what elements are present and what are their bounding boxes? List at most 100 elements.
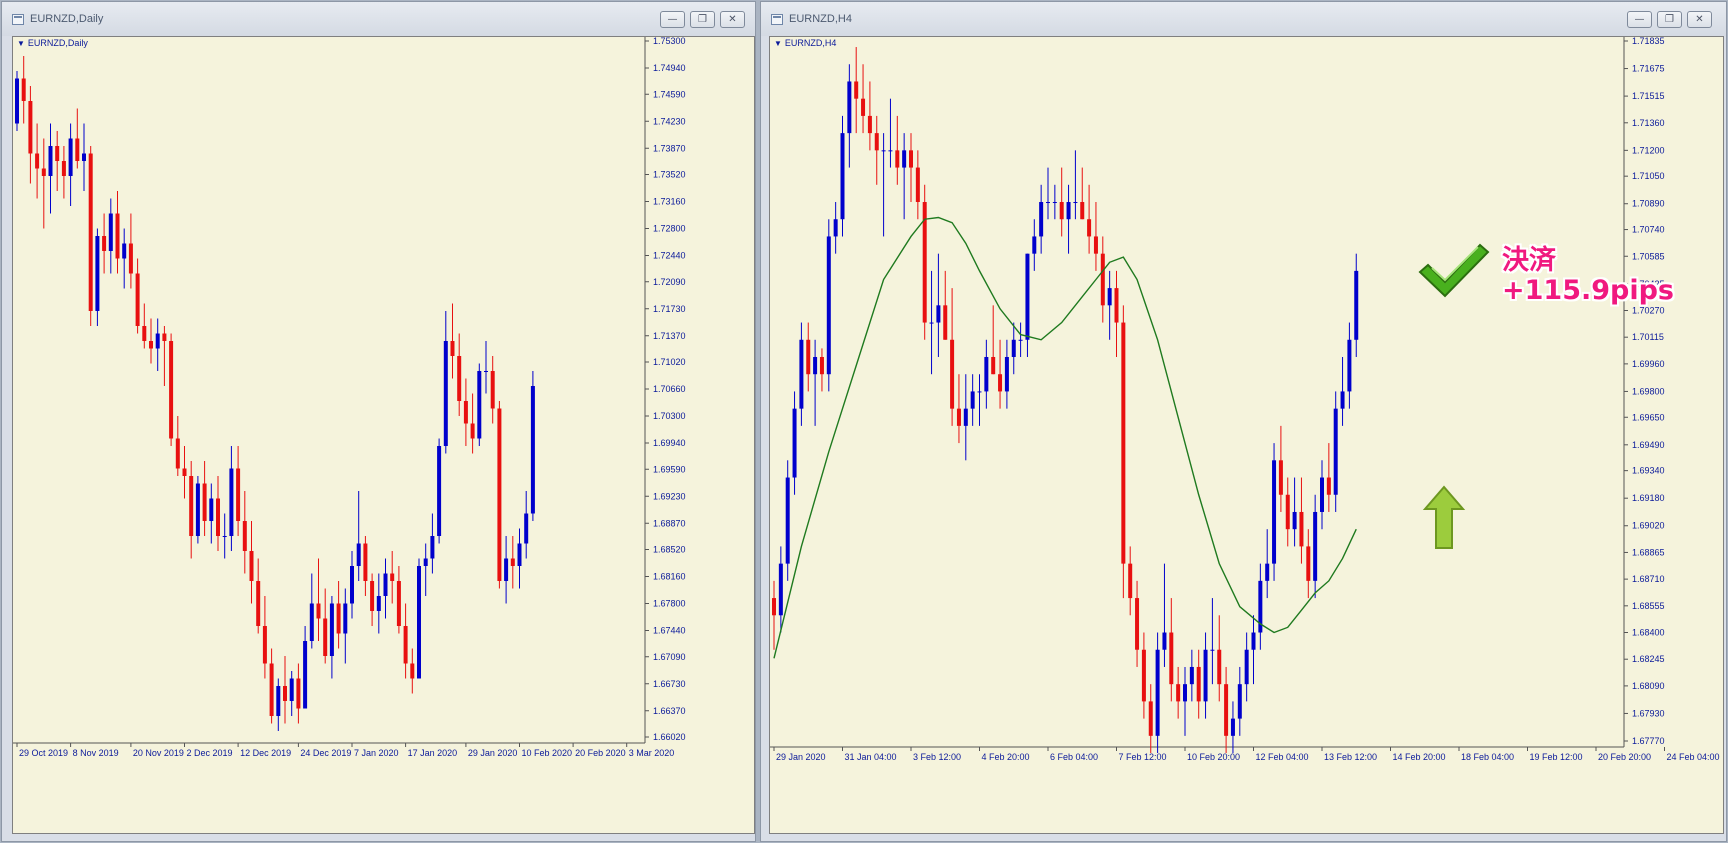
chart-window-h4[interactable]: EURNZD,H4 — ❐ ✕ ▼ EURNZD,H4 1.71835 1.7167… [760,1,1727,842]
moving-average-line [773,216,1357,659]
minimize-button[interactable]: — [660,11,685,28]
candle-body [182,468,187,476]
candle-body [1004,356,1009,392]
y-tick-label: 1.74230 [653,116,686,126]
chart-window-daily[interactable]: EURNZD,Daily — ❐ ✕ ▼ EURNZD,Daily 1.75300… [1,1,756,842]
candle-body [396,581,401,626]
y-tick-label: 1.71360 [1632,118,1665,128]
x-tick-label: 29 Jan 2020 [468,748,518,758]
candle-body [991,356,996,375]
y-tick-label: 1.69020 [1632,521,1665,531]
chart-plot-area[interactable]: ▼ EURNZD,Daily 1.75300 1.74940 1.74590 1.742… [12,36,755,834]
candle-body [477,371,482,439]
y-tick-label: 1.69340 [1632,466,1665,476]
minimize-button[interactable]: — [1627,11,1652,28]
candle-body [915,167,920,203]
x-tick-label: 20 Feb 2020 [575,748,626,758]
candle-body [410,663,415,679]
candle-body [1326,477,1331,495]
x-tick-label: 17 Jan 2020 [408,748,458,758]
window-titlebar[interactable]: EURNZD,H4 — ❐ ✕ [761,2,1726,36]
y-tick-label: 1.71370 [653,331,686,341]
candle-body [48,146,53,176]
y-tick-label: 1.74940 [653,63,686,73]
y-tick-label: 1.69180 [1632,493,1665,503]
candle-body [363,543,368,581]
y-tick-label: 1.71835 [1632,37,1665,46]
candle-body [510,558,515,566]
candle-body [21,78,26,101]
candle-body [162,333,167,341]
settlement-label: 決済 [1502,245,1556,276]
candle-body [1032,236,1037,254]
candle-body [970,391,975,409]
candle-body [309,603,314,641]
restore-button[interactable]: ❐ [690,11,715,28]
candle-body [82,153,86,161]
candle-body [792,408,797,478]
profit-pips-label: +115.9pips [1502,275,1675,306]
candle-body [209,498,214,521]
x-tick-label: 7 Jan 2020 [354,748,399,758]
restore-button[interactable]: ❐ [1657,11,1682,28]
candle-body [356,543,361,566]
candle-body [470,423,475,439]
window-titlebar[interactable]: EURNZD,Daily — ❐ ✕ [2,2,755,36]
y-tick-label: 1.67770 [1632,736,1665,746]
candle-body [249,551,254,581]
candle-body [423,558,428,566]
y-tick-label: 1.71515 [1632,91,1665,101]
candle-body [329,603,334,656]
candle-body [1354,270,1359,340]
candle-body [490,371,495,409]
chart-plot-area[interactable]: ▼ EURNZD,H4 1.71835 1.71675 1.71515 1.71360 1… [769,36,1724,834]
candle-body [1059,202,1064,220]
candle-body [61,161,66,176]
y-tick-label: 1.74590 [653,89,686,99]
y-tick-label: 1.68400 [1632,628,1665,638]
candle-body [524,513,529,544]
candle-body [956,408,961,426]
y-tick-label: 1.70890 [1632,199,1665,209]
candle-body [1196,666,1201,702]
y-tick-label: 1.69490 [1632,440,1665,450]
candle-body [283,686,287,701]
candle-body [450,341,455,356]
candle-body [242,521,247,551]
y-tick-label: 1.73520 [653,170,686,180]
candle-body [1114,288,1119,323]
candle-body [376,596,381,611]
candle-body [819,356,824,375]
candle-body [269,663,274,716]
candle-body [1128,563,1133,599]
candle-body [1285,494,1290,530]
x-tick-label: 12 Dec 2019 [240,748,291,758]
candle-body [484,371,488,372]
candle-body [1183,684,1187,702]
candle-body [1148,701,1153,736]
candle-body [963,408,968,426]
candle-body [68,138,73,176]
candle-body [75,138,80,161]
candle-body [1299,511,1304,547]
candle-body [943,305,948,340]
candle-body [222,536,227,537]
x-tick-label: 20 Feb 20:00 [1598,752,1651,762]
candle-body [15,78,19,124]
y-tick-label: 1.66020 [653,732,686,742]
candle-body [189,476,194,536]
candle-body [1039,202,1044,237]
y-tick-label: 1.69800 [1632,386,1665,396]
y-tick-label: 1.71050 [1632,171,1665,181]
y-tick-label: 1.72090 [653,277,686,287]
x-tick-label: 10 Feb 20:00 [1187,752,1240,762]
candle-body [861,98,866,116]
close-button[interactable]: ✕ [1687,11,1712,28]
y-tick-label: 1.71730 [653,304,686,314]
chart-window-icon [12,14,24,25]
candle-body [370,581,375,611]
candle-body [303,641,308,709]
x-tick-label: 31 Jan 04:00 [845,752,897,762]
close-button[interactable]: ✕ [720,11,745,28]
window-title: EURNZD,Daily [30,13,104,25]
